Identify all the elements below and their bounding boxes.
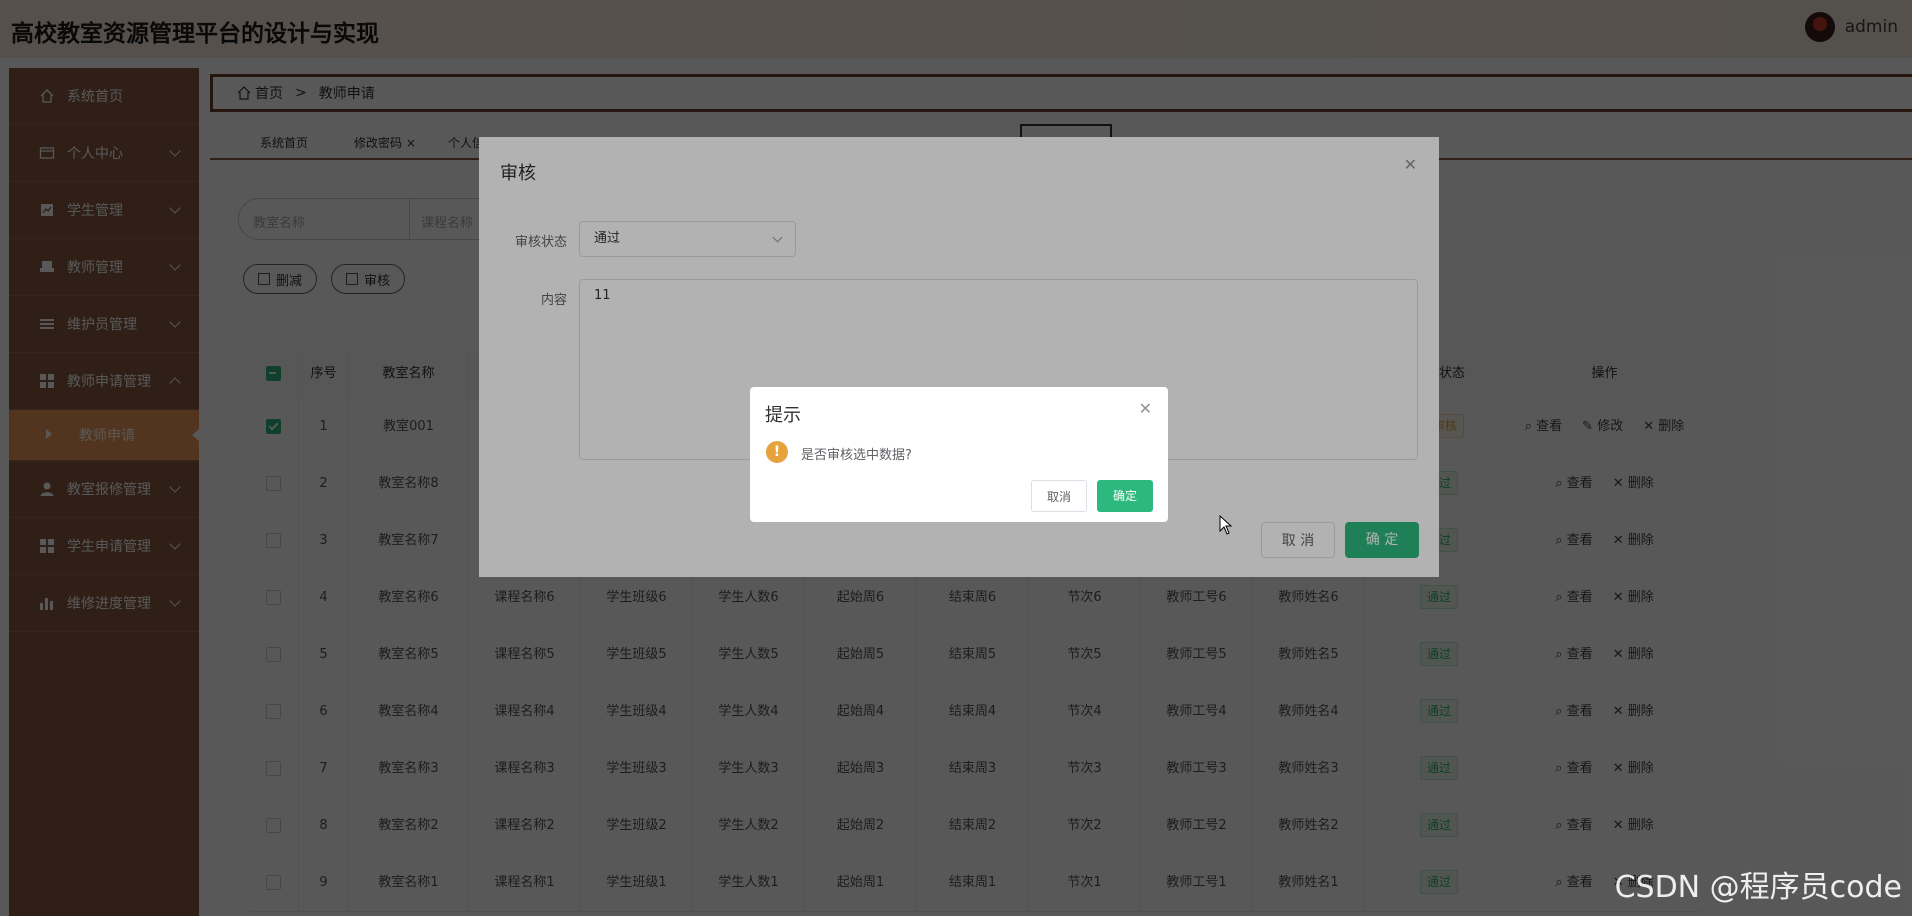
confirm-dialog: 提示 ✕ ! 是否审核选中数据? 取消 确定 (750, 387, 1168, 522)
dialog-title: 提示 (765, 405, 801, 426)
warning-icon: ! (766, 441, 788, 463)
watermark: CSDN @程序员code (1614, 870, 1902, 905)
confirm-message: 是否审核选中数据? (801, 448, 912, 463)
close-icon[interactable]: ✕ (1139, 399, 1152, 418)
cancel-button[interactable]: 取消 (1031, 480, 1087, 512)
confirm-button[interactable]: 确定 (1097, 480, 1153, 512)
mouse-cursor-icon (1219, 515, 1233, 535)
